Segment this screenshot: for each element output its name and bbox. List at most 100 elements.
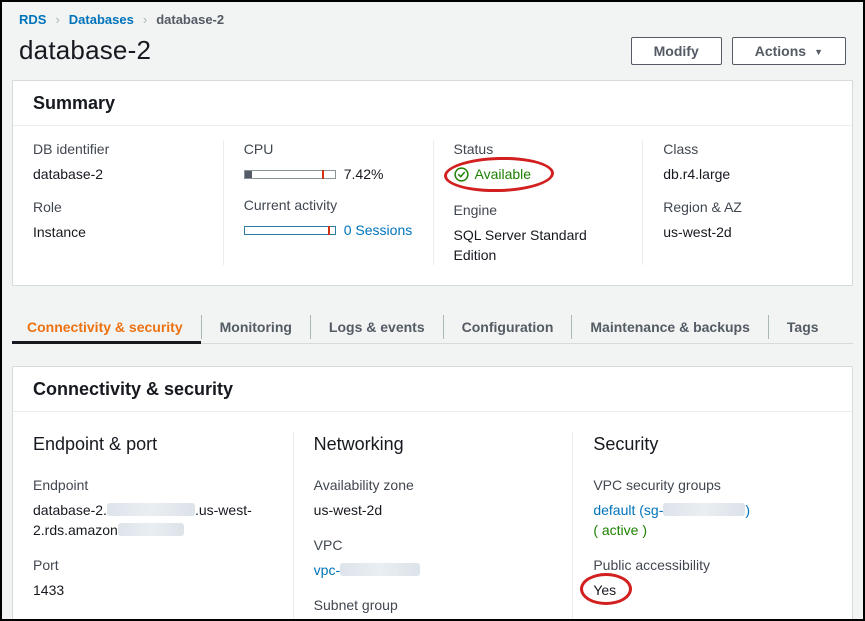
endpoint-value: database-2..us-west-2.rds.amazon (33, 500, 277, 540)
field-label: DB identifier (33, 140, 207, 158)
vpc-link[interactable]: vpc- (314, 562, 340, 578)
networking-column: Networking Availability zone us-west-2d … (293, 432, 573, 621)
field-label: Endpoint (33, 476, 277, 494)
connectivity-body: Endpoint & port Endpoint database-2. .us-… (13, 412, 852, 621)
field-region-az: Region & AZ us-west-2d (663, 198, 836, 242)
breadcrumb-link-databases[interactable]: Databases (69, 12, 134, 27)
chevron-down-icon: ▼ (814, 47, 823, 57)
breadcrumb: RDS › Databases › database-2 (2, 2, 863, 27)
connectivity-security-panel: Connectivity & security Endpoint & port … (12, 366, 853, 621)
field-engine: Engine SQL Server Standard Edition (454, 201, 627, 265)
field-label: Engine (454, 201, 627, 219)
redacted-text (340, 563, 420, 576)
endpoint-text: .us- (195, 502, 218, 518)
security-column: Security VPC security groups default (sg… (572, 432, 852, 621)
field-label: Region & AZ (663, 198, 836, 216)
sessions-gauge: 0 Sessions (244, 222, 417, 238)
tab-connectivity-security[interactable]: Connectivity & security (12, 311, 201, 343)
summary-panel: Summary DB identifier database-2 Role In… (12, 80, 853, 286)
sessions-link[interactable]: 0 Sessions (344, 222, 412, 238)
summary-column-identity: DB identifier database-2 Role Instance (13, 140, 223, 265)
field-current-activity: Current activity 0 Sessions (244, 196, 417, 238)
summary-body: DB identifier database-2 Role Instance C… (13, 126, 852, 285)
security-heading: Security (593, 432, 836, 456)
field-label: VPC (314, 536, 557, 554)
port-value: 1433 (33, 580, 277, 600)
field-label: Subnet group (314, 596, 557, 614)
field-value: database-2 (33, 164, 207, 184)
connectivity-title: Connectivity & security (33, 379, 233, 399)
sessions-progress-bar (244, 226, 336, 235)
tab-configuration[interactable]: Configuration (444, 311, 572, 343)
endpoint-port-heading: Endpoint & port (33, 432, 277, 456)
field-cpu: CPU 7.42% (244, 140, 417, 182)
field-endpoint: Endpoint database-2..us-west-2.rds.amazo… (33, 476, 277, 540)
cpu-value: 7.42% (344, 166, 384, 182)
security-group-link-text: default (sg- (593, 502, 663, 518)
field-class: Class db.r4.large (663, 140, 836, 184)
public-accessibility-value: Yes (593, 580, 616, 600)
detail-tabs: Connectivity & security Monitoring Logs … (12, 311, 853, 344)
actions-button[interactable]: Actions ▼ (732, 37, 846, 65)
field-vpc: VPC vpc- (314, 536, 557, 580)
sessions-bar-threshold-tick (328, 226, 330, 235)
field-label: Availability zone (314, 476, 557, 494)
tab-monitoring[interactable]: Monitoring (202, 311, 310, 343)
page-title: database-2 (19, 35, 151, 66)
page-header: database-2 Modify Actions ▼ (2, 27, 863, 80)
networking-heading: Networking (314, 432, 557, 456)
status-value: Available (454, 166, 532, 182)
modify-button[interactable]: Modify (631, 37, 722, 65)
actions-button-label: Actions (755, 43, 806, 59)
security-group-link[interactable]: default (sg-) (593, 502, 750, 518)
redacted-text (663, 503, 745, 516)
security-group-status: ( active ) (593, 522, 647, 538)
summary-column-class: Class db.r4.large Region & AZ us-west-2d (642, 140, 852, 265)
field-label: VPC security groups (593, 476, 836, 494)
field-port: Port 1433 (33, 556, 277, 600)
breadcrumb-link-rds[interactable]: RDS (19, 12, 46, 27)
cpu-bar-fill (245, 171, 252, 178)
field-vpc-security-groups: VPC security groups default (sg-) ( acti… (593, 476, 836, 540)
connectivity-panel-header: Connectivity & security (13, 367, 852, 412)
public-accessibility-text: Yes (593, 582, 616, 598)
tab-logs-events[interactable]: Logs & events (311, 311, 443, 343)
field-label: Public accessibility (593, 556, 836, 574)
field-label: Port (33, 556, 277, 574)
cpu-progress-bar (244, 170, 336, 179)
breadcrumb-current: database-2 (156, 12, 224, 27)
field-db-identifier: DB identifier database-2 (33, 140, 207, 184)
field-value: SQL Server Standard Edition (454, 225, 627, 265)
cpu-gauge: 7.42% (244, 166, 417, 182)
summary-panel-header: Summary (13, 81, 852, 126)
tab-tags[interactable]: Tags (769, 311, 837, 343)
field-label: Class (663, 140, 836, 158)
redacted-text (118, 523, 184, 536)
field-label: CPU (244, 140, 417, 158)
summary-column-activity: CPU 7.42% Current activity 0 Sessions (223, 140, 433, 265)
breadcrumb-chevron-icon: › (143, 12, 147, 27)
field-label: Current activity (244, 196, 417, 214)
status-text: Available (475, 166, 532, 182)
field-subnet-group: Subnet group default (314, 596, 557, 621)
field-public-accessibility: Public accessibility Yes (593, 556, 836, 600)
available-check-icon (454, 167, 469, 182)
redacted-text (107, 503, 195, 516)
field-value: us-west-2d (663, 222, 836, 242)
summary-column-status: Status Available Engine SQL Server Stand… (433, 140, 643, 265)
field-label: Role (33, 198, 207, 216)
tab-maintenance-backups[interactable]: Maintenance & backups (572, 311, 768, 343)
header-buttons: Modify Actions ▼ (631, 37, 846, 65)
field-label: Status (454, 140, 627, 158)
field-status: Status Available (454, 140, 627, 187)
rds-database-detail-page: RDS › Databases › database-2 database-2 … (0, 0, 865, 621)
field-availability-zone: Availability zone us-west-2d (314, 476, 557, 520)
field-role: Role Instance (33, 198, 207, 242)
field-certificate-authority: Certificate authority rds-ca-2019 (593, 616, 836, 621)
security-group-link-text: ) (745, 502, 750, 518)
security-group-value: default (sg-) ( active ) (593, 500, 836, 540)
endpoint-text: database-2. (33, 502, 107, 518)
field-value: Instance (33, 222, 207, 242)
endpoint-port-column: Endpoint & port Endpoint database-2. .us-… (13, 432, 293, 621)
availability-zone-value: us-west-2d (314, 500, 557, 520)
